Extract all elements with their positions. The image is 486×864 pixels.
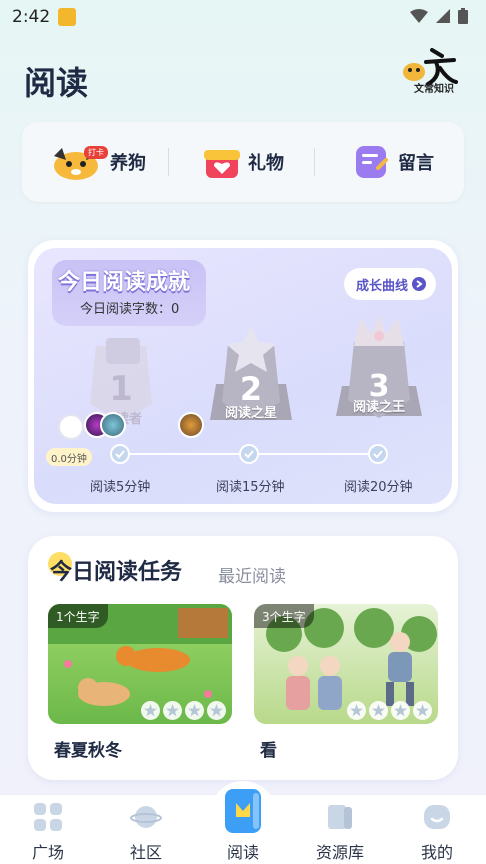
tab-today-tasks[interactable]: 今日阅读任务 (50, 554, 182, 586)
star-icon (185, 701, 204, 720)
new-words-badge: 1个生字 (48, 604, 108, 628)
check-icon (115, 450, 125, 459)
nav-reading[interactable]: 阅读 (203, 789, 283, 864)
progress-value: 0.0分钟 (46, 448, 92, 466)
wifi-icon (410, 9, 428, 23)
star-icon (163, 701, 182, 720)
star-icon (413, 701, 432, 720)
badge-reading-star: 2 阅读之星 (206, 324, 296, 434)
star-icon (207, 701, 226, 720)
badge-label: 阅读之星 (224, 406, 277, 421)
avatar (178, 412, 204, 438)
app-notification-icon (58, 8, 76, 26)
milestone-node (239, 444, 259, 464)
quick-action-dog[interactable]: 打卡 养狗 (52, 122, 146, 202)
status-bar: 2:42 (0, 0, 486, 34)
quick-action-dog-label: 养狗 (110, 153, 146, 174)
quick-action-message-label: 留言 (398, 153, 434, 174)
chevron-right-icon (412, 277, 426, 291)
divider (314, 148, 315, 176)
star-rating (141, 701, 226, 720)
status-icons (410, 8, 468, 24)
grid-icon (34, 803, 62, 831)
growth-curve-button[interactable]: 成长曲线 (343, 268, 436, 300)
nav-label: 广场 (31, 843, 64, 862)
book-icon (225, 789, 261, 833)
milestone-node (368, 444, 388, 464)
milestone-label: 阅读5分钟 (90, 480, 151, 495)
badge-reading-king: 3 阅读之王 (334, 312, 424, 430)
book-card[interactable]: 3个生字 (254, 604, 438, 724)
nav-profile[interactable]: 我的 (397, 795, 477, 864)
word-count: 今日阅读字数：0 (80, 302, 180, 317)
bottom-navigation: 广场 社区 阅读 资源库 我的 (0, 781, 486, 864)
status-time: 2:42 (12, 7, 51, 27)
divider (168, 148, 169, 176)
quick-action-gift[interactable]: 礼物 (202, 122, 284, 202)
logo-caption: 文常知识 (414, 84, 454, 95)
nav-label: 社区 (129, 843, 162, 862)
star-icon (347, 701, 366, 720)
quick-actions-bar: 打卡 养狗 礼物 留言 (22, 122, 464, 202)
nav-label: 资源库 (315, 843, 364, 862)
page-title: 阅读 (24, 64, 89, 102)
milestone-label: 阅读15分钟 (216, 480, 285, 495)
badge-label: 阅读之王 (352, 400, 405, 415)
quick-action-message[interactable]: 留言 (352, 122, 434, 202)
check-icon (373, 450, 383, 459)
milestone-label: 阅读20分钟 (344, 480, 413, 495)
book-title[interactable]: 看 (260, 736, 277, 761)
milestone-node (110, 444, 130, 464)
gift-icon (204, 150, 240, 178)
badge-number: 1 (109, 369, 133, 409)
achievement-title: 今日阅读成就 (58, 270, 191, 295)
message-icon (356, 146, 388, 178)
star-icon (391, 701, 410, 720)
dog-badge: 打卡 (84, 146, 108, 159)
reading-tasks-card: 今日阅读任务 最近阅读 1个生字 春夏秋冬 3个生字 看 (28, 536, 458, 780)
library-icon (328, 805, 352, 829)
nav-resources[interactable]: 资源库 (300, 795, 380, 864)
star-icon (369, 701, 388, 720)
avatar (100, 412, 126, 438)
star-icon (141, 701, 160, 720)
nav-community[interactable]: 社区 (106, 795, 186, 864)
star-rating (347, 701, 432, 720)
profile-icon (424, 805, 450, 829)
book-title[interactable]: 春夏秋冬 (54, 736, 122, 761)
avatar (58, 414, 84, 440)
signal-icon (436, 9, 450, 23)
nav-label: 我的 (420, 843, 453, 862)
nav-plaza[interactable]: 广场 (8, 795, 88, 864)
quick-action-gift-label: 礼物 (248, 153, 284, 174)
tab-recent-reading[interactable]: 最近阅读 (218, 562, 286, 587)
achievement-panel: 今日阅读成就 今日阅读字数：0 成长曲线 1 读者 2 阅读之星 3 阅读之王 … (34, 248, 452, 504)
check-icon (244, 450, 254, 459)
book-card[interactable]: 1个生字 (48, 604, 232, 724)
planet-icon (130, 806, 162, 828)
battery-icon (458, 8, 468, 24)
nav-label: 阅读 (226, 843, 259, 862)
new-words-badge: 3个生字 (254, 604, 314, 628)
achievement-card: 今日阅读成就 今日阅读字数：0 成长曲线 1 读者 2 阅读之星 3 阅读之王 … (28, 240, 458, 512)
growth-curve-label: 成长曲线 (355, 278, 408, 294)
